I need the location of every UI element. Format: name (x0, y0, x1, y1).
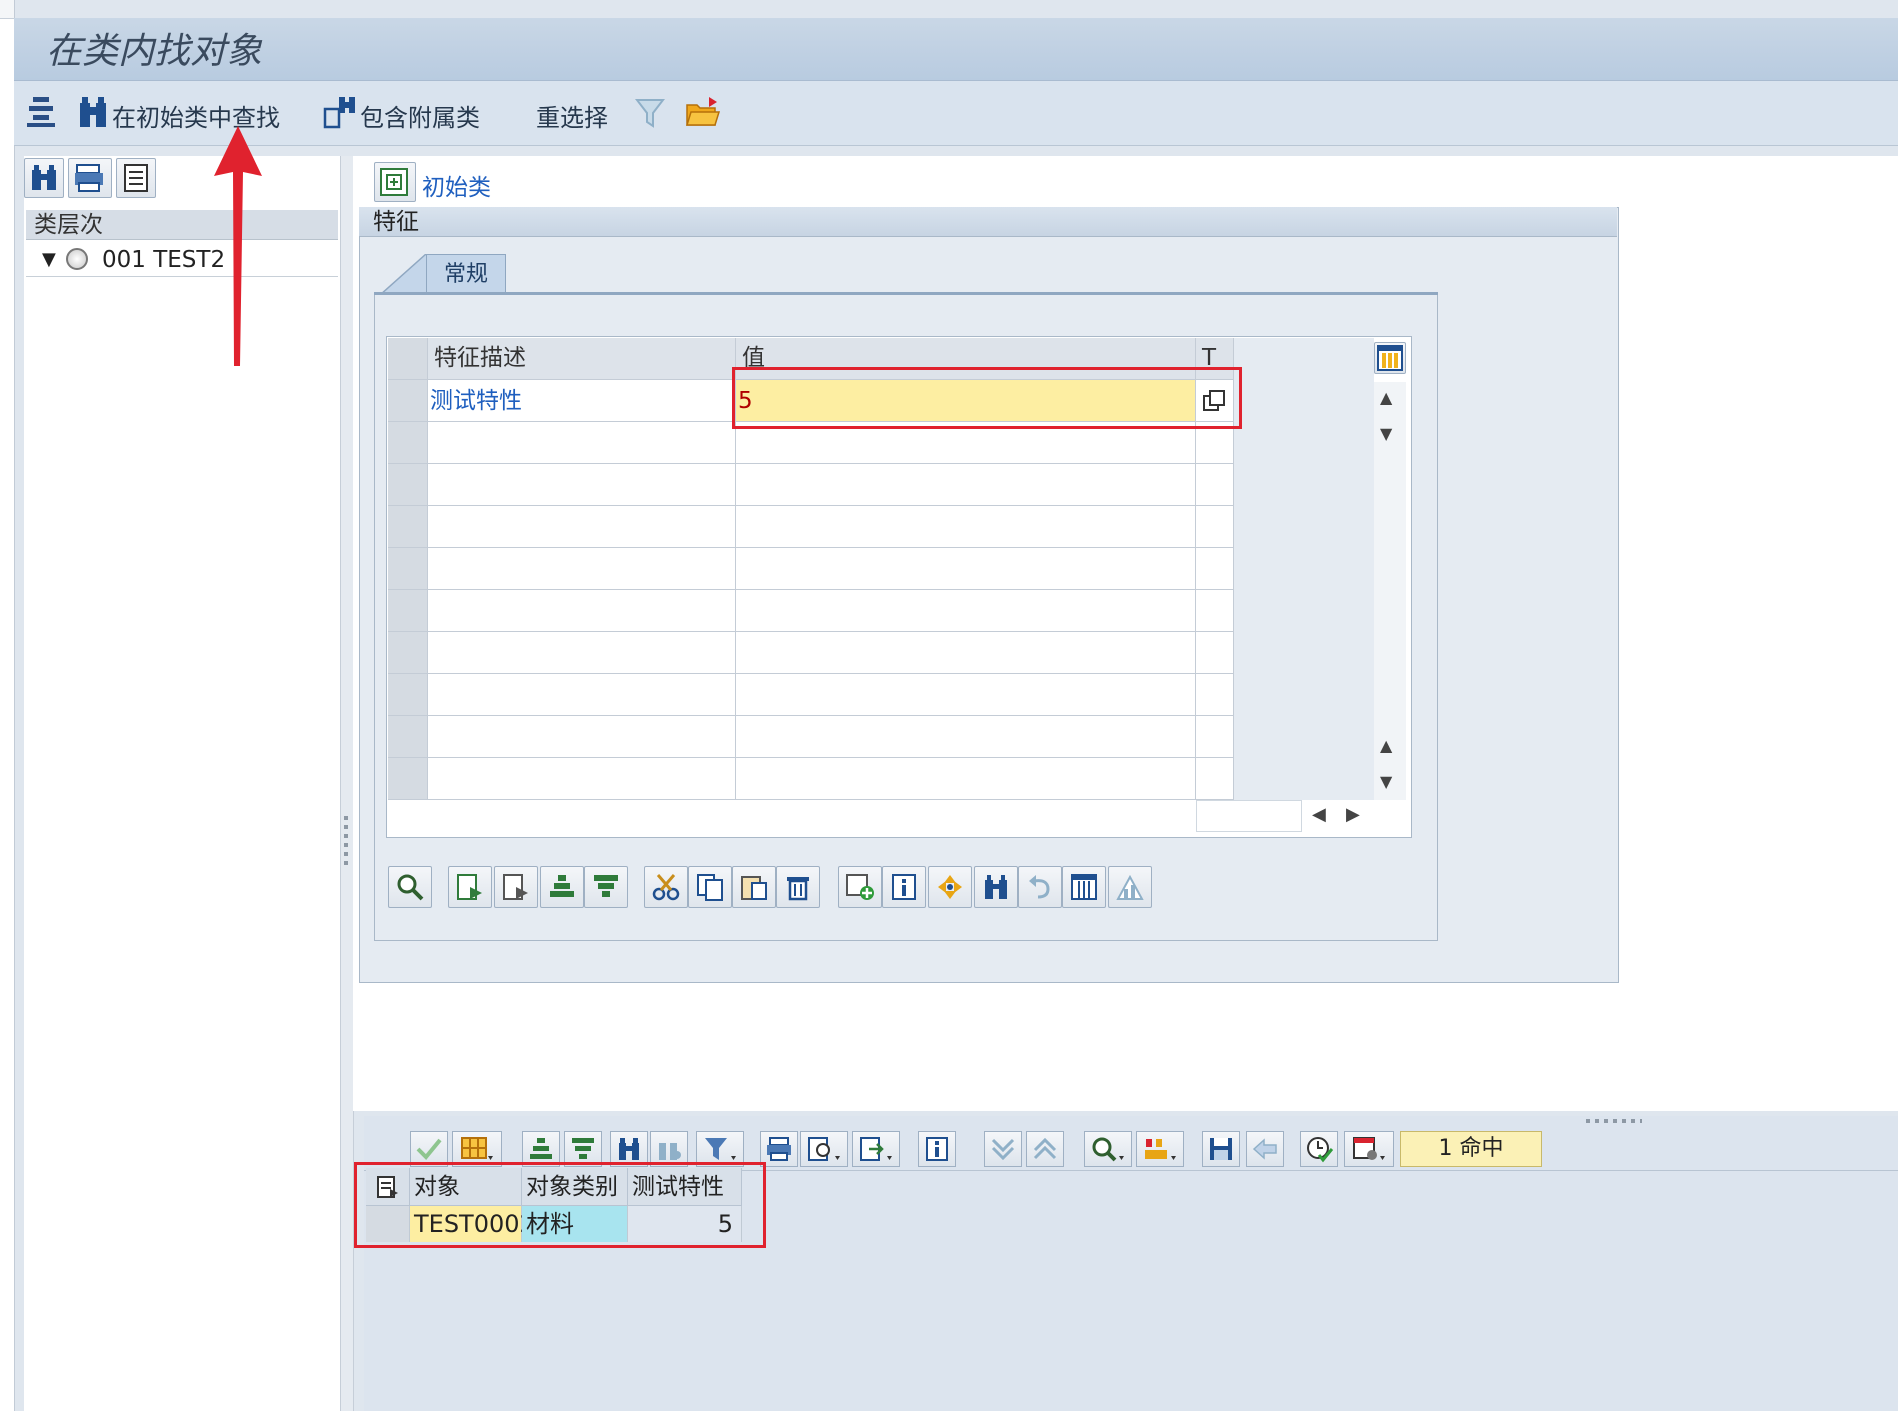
info-icon[interactable] (882, 866, 926, 908)
hierarchy-icon[interactable] (24, 94, 58, 130)
tree-node-label: 001 TEST2 (102, 247, 226, 273)
move-icon[interactable] (928, 866, 972, 908)
pane-splitter[interactable] (340, 156, 354, 1411)
details-icon[interactable] (388, 866, 432, 908)
page-title: 在类内找对象 (46, 31, 263, 72)
info-result-icon[interactable] (918, 1131, 956, 1167)
print-preview-icon[interactable] (800, 1131, 848, 1167)
expand-all-icon[interactable] (984, 1131, 1022, 1167)
initial-class-icon[interactable] (374, 162, 416, 202)
left-pane (24, 156, 340, 1411)
copy-icon-button[interactable] (688, 866, 732, 908)
highlight-result-box (354, 1162, 766, 1248)
scroll-left-icon[interactable]: ◀ (1312, 804, 1326, 825)
graphic-icon[interactable] (1108, 866, 1152, 908)
hit-count: 1 命中 (1400, 1131, 1542, 1167)
undo-icon[interactable] (1018, 866, 1062, 908)
save-icon[interactable] (1202, 1131, 1240, 1167)
export-icon[interactable] (852, 1131, 900, 1167)
tab-underline (374, 292, 1438, 295)
paste-icon[interactable] (732, 866, 776, 908)
insert-row-icon[interactable] (448, 866, 492, 908)
resize-handle[interactable] (1586, 1119, 1642, 1123)
append-row-icon[interactable] (494, 866, 538, 908)
highlight-value-box (732, 367, 1242, 429)
layout-settings-icon[interactable] (1344, 1131, 1394, 1167)
list-view-icon[interactable] (116, 158, 156, 198)
print-icon[interactable] (68, 158, 112, 198)
subtotal-icon[interactable] (1136, 1131, 1184, 1167)
scroll-page-up-icon[interactable]: ▲ (1380, 388, 1392, 407)
back-icon[interactable] (1246, 1131, 1284, 1167)
scroll-up-icon[interactable]: ▼ (1380, 424, 1392, 443)
filter-icon[interactable] (634, 96, 666, 130)
expand-triangle-icon[interactable]: ▼ (42, 244, 56, 276)
characteristic-description-cell[interactable]: 测试特性 (428, 380, 736, 422)
scroll-down-icon[interactable]: ▲ (1380, 736, 1392, 755)
collapse-all-icon[interactable] (1026, 1131, 1064, 1167)
find-grid-icon[interactable] (974, 866, 1018, 908)
sort-descending-icon[interactable] (584, 866, 628, 908)
grid-horizontal-scrollbar[interactable] (1196, 800, 1302, 832)
row-selector[interactable] (388, 380, 428, 422)
reselect-button[interactable]: 重选择 (536, 98, 608, 133)
scroll-page-down-icon[interactable]: ▼ (1380, 772, 1392, 791)
column-layout-icon[interactable] (1062, 866, 1106, 908)
column-settings-icon[interactable] (1374, 342, 1406, 374)
sort-ascending-icon[interactable] (540, 866, 584, 908)
annotation-arrow (214, 126, 262, 366)
binoculars-icon[interactable] (78, 94, 108, 130)
zoom-icon[interactable] (1084, 1131, 1132, 1167)
class-node-icon (66, 248, 88, 270)
cut-icon[interactable] (644, 866, 688, 908)
include-subclasses-button[interactable]: 包含附属类 (360, 98, 480, 133)
characteristics-title: 特征 (359, 207, 1617, 237)
schedule-icon[interactable] (1300, 1131, 1338, 1167)
grid-empty-area (1234, 338, 1374, 800)
class-hierarchy-header: 类层次 (26, 210, 338, 240)
initial-class-link[interactable]: 初始类 (422, 168, 491, 202)
application-toolbar (14, 81, 1898, 146)
open-folder-icon[interactable] (684, 94, 722, 130)
tab-slant (380, 254, 427, 296)
column-header-description[interactable]: 特征描述 (428, 338, 736, 380)
tree-node-001-test2[interactable]: ▼ 001 TEST2 (26, 244, 338, 277)
tab-general[interactable]: 常规 (426, 254, 506, 295)
title-bar (14, 18, 1898, 81)
grid-corner (388, 338, 428, 380)
subclass-icon[interactable] (322, 94, 360, 130)
delete-icon[interactable] (776, 866, 820, 908)
find-icon[interactable] (24, 158, 64, 198)
scroll-right-icon[interactable]: ▶ (1346, 804, 1360, 825)
insert-line-icon[interactable] (838, 866, 882, 908)
